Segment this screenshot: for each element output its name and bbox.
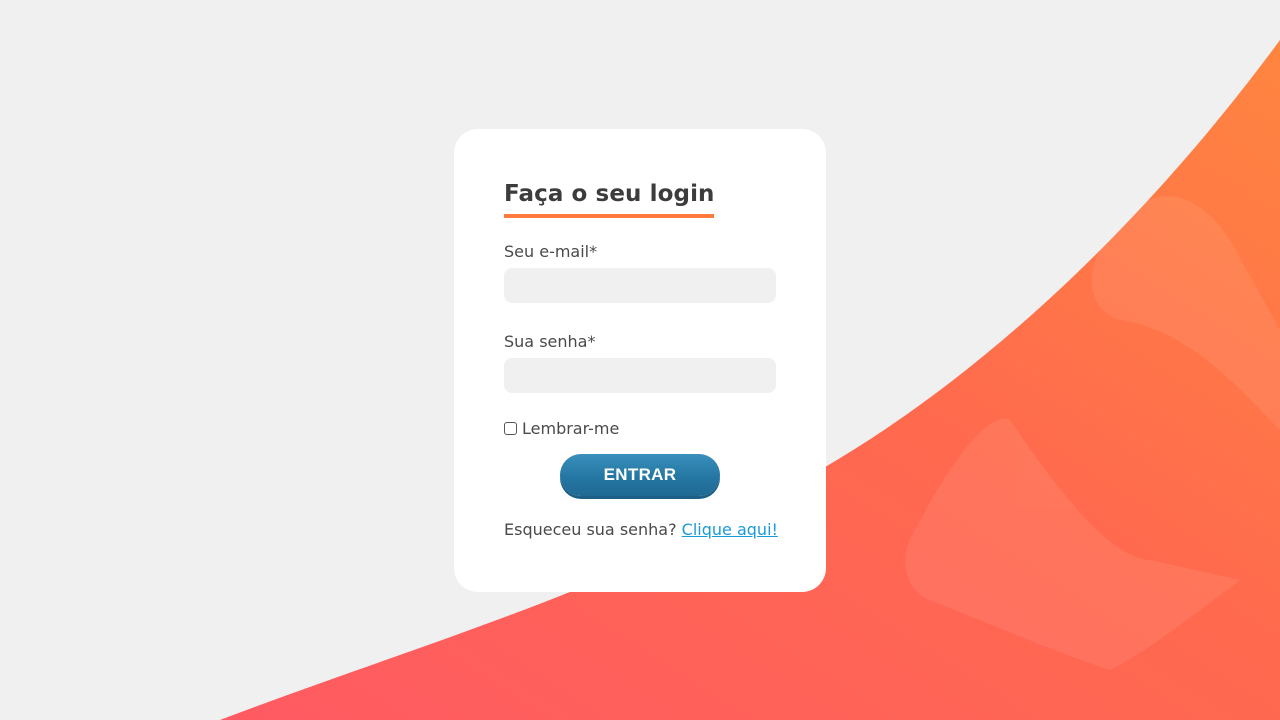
submit-wrapper: ENTRAR — [504, 454, 776, 496]
password-label: Sua senha* — [504, 332, 596, 351]
login-title: Faça o seu login — [504, 181, 715, 207]
password-field[interactable] — [504, 358, 776, 393]
forgot-password-row: Esqueceu sua senha? Clique aqui! — [504, 520, 778, 539]
remember-me-label[interactable]: Lembrar-me — [522, 419, 619, 438]
remember-me-row: Lembrar-me — [504, 418, 776, 438]
login-button[interactable]: ENTRAR — [560, 454, 720, 496]
email-field[interactable] — [504, 268, 776, 303]
forgot-password-link[interactable]: Clique aqui! — [682, 520, 778, 539]
email-label: Seu e-mail* — [504, 242, 598, 261]
title-underline — [504, 214, 714, 218]
login-card: Faça o seu login Seu e-mail* Sua senha* … — [454, 129, 826, 592]
remember-me-checkbox[interactable] — [504, 421, 517, 435]
forgot-password-text: Esqueceu sua senha? — [504, 520, 677, 539]
